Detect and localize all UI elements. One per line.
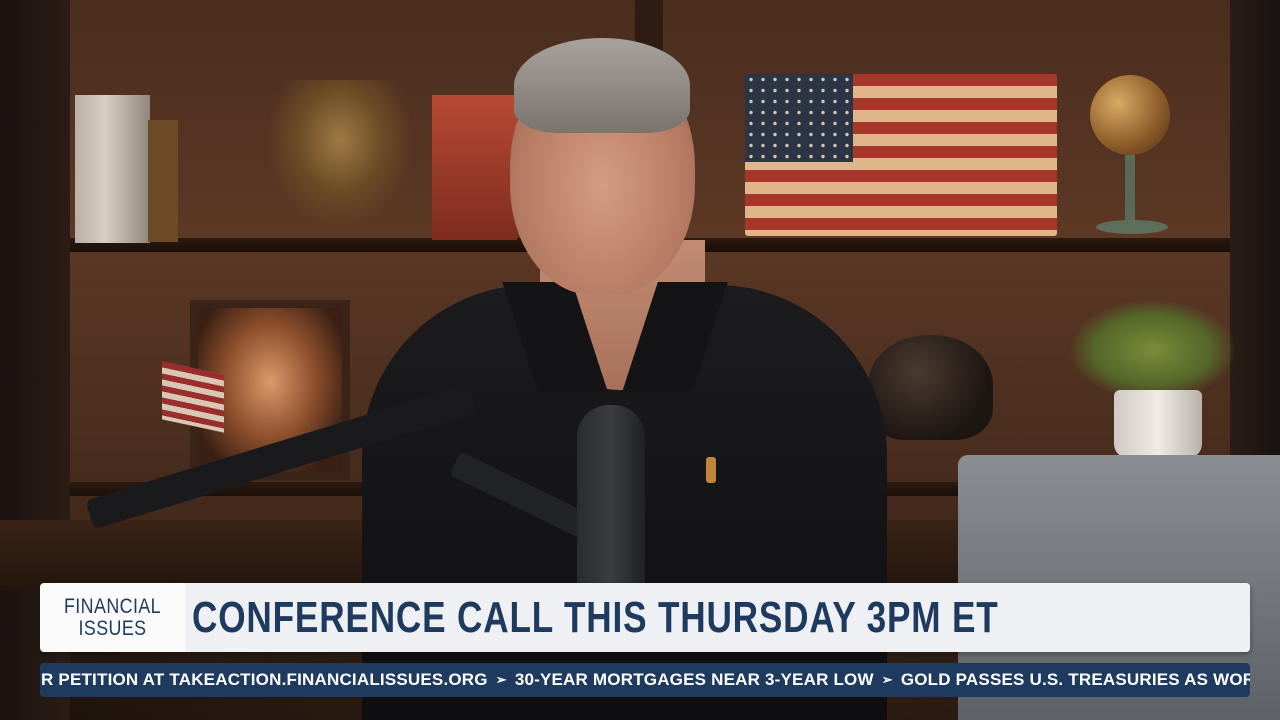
ticker-item: R PETITION AT TAKEACTION.FINANCIALISSUES… <box>41 670 488 689</box>
host-hair <box>514 38 690 133</box>
bronze-statue <box>265 80 415 230</box>
book-stack <box>75 95 150 243</box>
ticker-item: 30-YEAR MORTGAGES NEAR 3-YEAR LOW <box>514 670 874 689</box>
plant-pot <box>1114 390 1202 458</box>
financial-issues-logo: FINANCIAL ISSUES <box>51 583 174 652</box>
globe-stand <box>1125 155 1135 225</box>
ticker-item: GOLD PASSES U.S. TREASURIES AS WORLD’S L… <box>900 670 1250 689</box>
globe <box>1090 75 1170 155</box>
potted-plant <box>1070 300 1235 400</box>
red-book <box>432 95 517 240</box>
ticker-track: R PETITION AT TAKEACTION.FINANCIALISSUES… <box>40 663 1250 697</box>
microphone <box>577 405 645 590</box>
news-ticker: R PETITION AT TAKEACTION.FINANCIALISSUES… <box>40 663 1250 697</box>
shirt-logo <box>706 457 716 483</box>
globe-base <box>1096 220 1168 234</box>
cast-iron-kettle <box>868 335 993 440</box>
logo-line-2: ISSUES <box>78 616 147 640</box>
lower-third-banner: FINANCIAL ISSUES CONFERENCE CALL THIS TH… <box>40 583 1250 652</box>
headline-text: CONFERENCE CALL THIS THURSDAY 3PM ET <box>192 592 999 642</box>
logo-line-1: FINANCIAL <box>63 594 162 618</box>
flag-canton <box>745 74 853 162</box>
book-stack-small <box>148 120 178 242</box>
ticker-arrow-icon: ➢ <box>495 672 507 687</box>
ticker-arrow-icon: ➢ <box>881 672 893 687</box>
